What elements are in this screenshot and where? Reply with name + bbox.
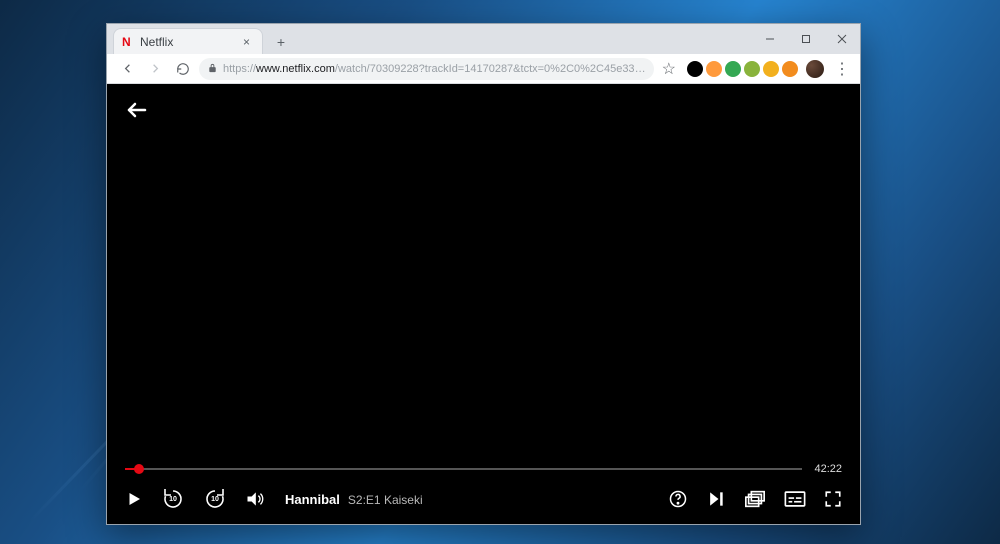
tab-strip: N Netflix × + <box>107 24 860 54</box>
extension-icon[interactable] <box>687 61 703 77</box>
subtitles-button[interactable] <box>784 490 806 508</box>
window-minimize-button[interactable] <box>752 24 788 54</box>
play-button[interactable] <box>125 490 143 508</box>
nav-reload-button[interactable] <box>171 57 195 81</box>
rewind-10-button[interactable]: 10 <box>161 487 185 511</box>
progress-track[interactable] <box>125 468 802 470</box>
progress-knob[interactable] <box>134 464 144 474</box>
windows-desktop: N Netflix × + <box>0 0 1000 544</box>
extension-icon[interactable] <box>706 61 722 77</box>
show-title: Hannibal <box>285 492 340 507</box>
new-tab-button[interactable]: + <box>269 30 293 54</box>
episode-info: S2:E1 Kaiseki <box>348 493 423 507</box>
browser-tab-netflix[interactable]: N Netflix × <box>113 28 263 54</box>
profile-avatar[interactable] <box>806 60 824 78</box>
lock-icon <box>207 63 218 74</box>
window-close-button[interactable] <box>824 24 860 54</box>
episodes-button[interactable] <box>744 489 766 509</box>
volume-button[interactable] <box>245 489 265 509</box>
chrome-window: N Netflix × + <box>106 23 861 525</box>
time-remaining: 42:22 <box>814 463 842 475</box>
netflix-player: 42:22 10 10 Hannibal <box>107 84 860 524</box>
tab-title: Netflix <box>140 35 239 49</box>
nav-back-button[interactable] <box>115 57 139 81</box>
now-playing-title: Hannibal S2:E1 Kaiseki <box>285 492 423 507</box>
next-episode-button[interactable] <box>706 489 726 509</box>
bookmark-star-button[interactable]: ☆ <box>662 59 676 79</box>
extension-icon[interactable] <box>744 61 760 77</box>
url-text: https://www.netflix.com/watch/70309228?t… <box>223 63 646 75</box>
address-toolbar: https://www.netflix.com/watch/70309228?t… <box>107 54 860 84</box>
player-back-button[interactable] <box>125 98 149 127</box>
chrome-menu-button[interactable]: ⋮ <box>832 59 852 79</box>
extension-icon[interactable] <box>725 61 741 77</box>
window-maximize-button[interactable] <box>788 24 824 54</box>
fullscreen-button[interactable] <box>824 490 842 508</box>
netflix-favicon-icon: N <box>122 36 134 48</box>
help-button[interactable] <box>668 489 688 509</box>
extension-icon[interactable] <box>782 61 798 77</box>
nav-forward-button[interactable] <box>143 57 167 81</box>
tab-close-button[interactable]: × <box>239 35 254 49</box>
address-bar[interactable]: https://www.netflix.com/watch/70309228?t… <box>199 58 654 80</box>
extension-icon[interactable] <box>763 61 779 77</box>
controls-row: 10 10 Hannibal S2:E1 Kaiseki <box>125 484 842 514</box>
progress-row: 42:22 <box>125 462 842 476</box>
forward-10-button[interactable]: 10 <box>203 487 227 511</box>
extension-tray <box>684 61 798 77</box>
